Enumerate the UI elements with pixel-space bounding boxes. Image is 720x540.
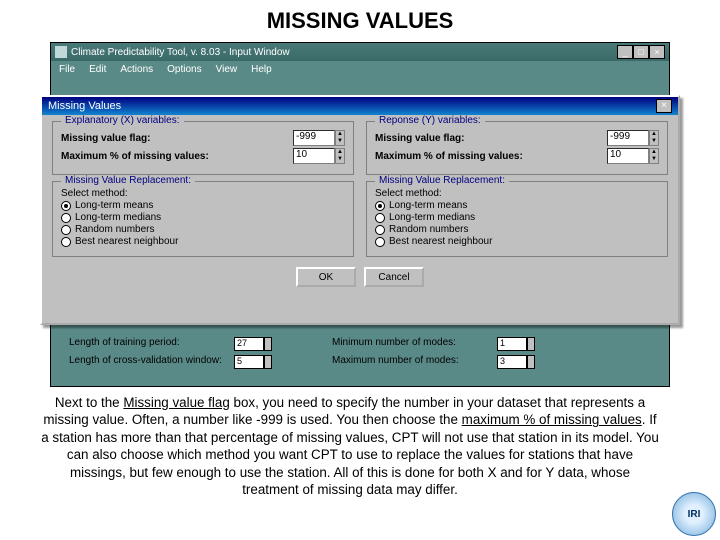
x-method-means[interactable]: Long-term means [61,200,345,211]
bg-form: Length of training period: 27 Minimum nu… [69,335,651,371]
cv-len-label: Length of cross-validation window: [69,355,234,369]
y-flag-input[interactable]: -999 [607,130,649,146]
y-method-neighbour-label: Best nearest neighbour [389,236,492,247]
caption-text: Next to the [55,395,123,410]
y-flag-label: Missing value flag: [375,133,607,144]
app-titlebar: Climate Predictability Tool, v. 8.03 - I… [51,43,669,61]
y-method-random-label: Random numbers [389,224,468,235]
dialog-titlebar: Missing Values × [42,97,678,115]
y-replacement-fieldset: Missing Value Replacement: Select method… [366,181,668,257]
y-method-means-label: Long-term means [389,200,467,211]
x-flag-spinner[interactable]: ▲▼ [335,130,345,146]
x-method-medians[interactable]: Long-term medians [61,212,345,223]
x-legend: Explanatory (X) variables: [61,115,184,126]
minimize-button[interactable]: _ [617,45,633,59]
missing-values-dialog: Missing Values × Explanatory (X) variabl… [40,95,680,325]
x-column: Explanatory (X) variables: Missing value… [52,121,354,263]
y-max-input[interactable]: 10 [607,148,649,164]
cv-len-spinner[interactable] [264,355,272,369]
menu-view[interactable]: View [216,64,238,75]
min-modes-label: Minimum number of modes: [332,337,497,351]
train-len-label: Length of training period: [69,337,234,351]
max-modes-input[interactable]: 3 [497,355,527,369]
y-max-label: Maximum % of missing values: [375,151,607,162]
min-modes-input[interactable]: 1 [497,337,527,351]
app-title: Climate Predictability Tool, v. 8.03 - I… [71,47,290,58]
x-select-label: Select method: [61,188,345,199]
maximize-button[interactable]: □ [633,45,649,59]
radio-icon [61,237,71,247]
menu-actions[interactable]: Actions [120,64,153,75]
ok-button[interactable]: OK [296,267,356,287]
cv-len-input[interactable]: 5 [234,355,264,369]
y-repl-legend: Missing Value Replacement: [375,175,509,186]
x-variables-fieldset: Explanatory (X) variables: Missing value… [52,121,354,175]
x-method-random[interactable]: Random numbers [61,224,345,235]
x-method-neighbour-label: Best nearest neighbour [75,236,178,247]
train-len-input[interactable]: 27 [234,337,264,351]
radio-icon [375,213,385,223]
slide-caption: Next to the Missing value flag box, you … [40,394,660,499]
dialog-close-button[interactable]: × [656,99,672,113]
y-max-spinner[interactable]: ▲▼ [649,148,659,164]
x-method-medians-label: Long-term medians [75,212,161,223]
radio-icon [375,225,385,235]
menu-options[interactable]: Options [167,64,201,75]
x-method-neighbour[interactable]: Best nearest neighbour [61,236,345,247]
x-repl-legend: Missing Value Replacement: [61,175,195,186]
menubar: File Edit Actions Options View Help [51,61,669,78]
close-button[interactable]: × [649,45,665,59]
radio-icon [61,201,71,211]
radio-icon [61,213,71,223]
slide-title: MISSING VALUES [0,0,720,38]
cancel-button[interactable]: Cancel [364,267,424,287]
y-variables-fieldset: Reponse (Y) variables: Missing value fla… [366,121,668,175]
y-select-label: Select method: [375,188,659,199]
x-max-spinner[interactable]: ▲▼ [335,148,345,164]
y-legend: Reponse (Y) variables: [375,115,485,126]
app-icon [55,46,67,58]
x-flag-label: Missing value flag: [61,133,293,144]
caption-underline-flag: Missing value flag [123,395,229,410]
y-method-medians[interactable]: Long-term medians [375,212,659,223]
x-method-means-label: Long-term means [75,200,153,211]
iri-logo: IRI [672,492,716,536]
y-method-random[interactable]: Random numbers [375,224,659,235]
radio-icon [375,201,385,211]
dialog-title: Missing Values [48,100,121,112]
train-len-spinner[interactable] [264,337,272,351]
menu-file[interactable]: File [59,64,75,75]
x-method-random-label: Random numbers [75,224,154,235]
max-modes-spinner[interactable] [527,355,535,369]
menu-help[interactable]: Help [251,64,272,75]
caption-underline-max: maximum % of missing values [462,412,642,427]
y-method-neighbour[interactable]: Best nearest neighbour [375,236,659,247]
radio-icon [375,237,385,247]
x-flag-input[interactable]: -999 [293,130,335,146]
y-method-means[interactable]: Long-term means [375,200,659,211]
y-column: Reponse (Y) variables: Missing value fla… [366,121,668,263]
min-modes-spinner[interactable] [527,337,535,351]
x-replacement-fieldset: Missing Value Replacement: Select method… [52,181,354,257]
y-flag-spinner[interactable]: ▲▼ [649,130,659,146]
radio-icon [61,225,71,235]
max-modes-label: Maximum number of modes: [332,355,497,369]
menu-edit[interactable]: Edit [89,64,106,75]
y-method-medians-label: Long-term medians [389,212,475,223]
x-max-label: Maximum % of missing values: [61,151,293,162]
x-max-input[interactable]: 10 [293,148,335,164]
